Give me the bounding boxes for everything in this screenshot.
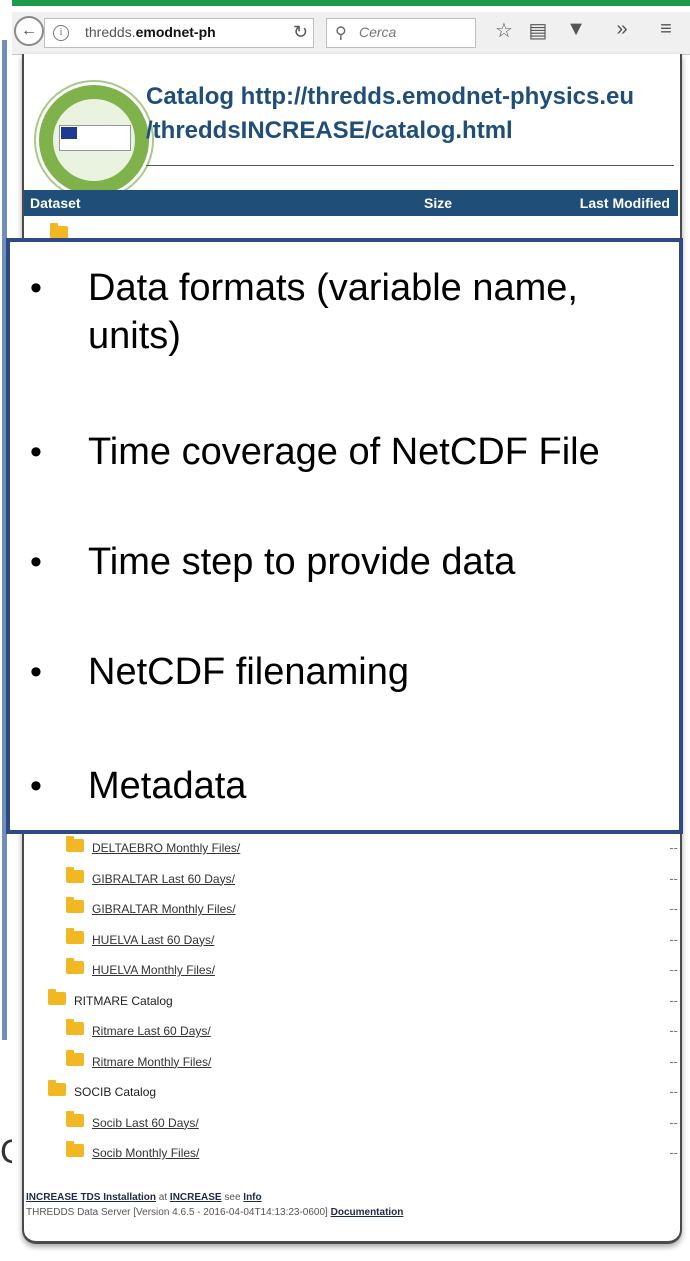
catalog-label: SOCIB Catalog [74, 1085, 157, 1099]
bullet-dot-icon: • [30, 767, 42, 805]
footer-text-at: at [158, 1192, 168, 1203]
url-text: thredds.emodnet-ph [85, 24, 216, 40]
size-value: -- [669, 901, 678, 916]
catalog-label: RITMARE Catalog [74, 993, 173, 1008]
search-input[interactable]: ⚲ Cerca [326, 18, 476, 48]
size-value: -- [669, 1114, 678, 1130]
dataset-link[interactable]: DELTAEBRO Monthly Files/ [92, 841, 240, 855]
increase-link[interactable]: INCREASE [170, 1192, 222, 1203]
bullet-text: NetCDF filenaming [88, 651, 409, 693]
documentation-link[interactable]: Documentation [331, 1207, 404, 1218]
browser-toolbar: ← i thredds.emodnet-ph ↻ ⚲ Cerca ☆ ▤ ▼ »… [12, 12, 690, 55]
table-row[interactable]: Socib Monthly Files/ -- [24, 1141, 678, 1169]
folder-icon [66, 836, 84, 852]
table-row[interactable]: HUELVA Monthly Files/ -- [24, 958, 678, 986]
bullet-text: Data formats (variable name, units) [88, 267, 578, 357]
folder-icon [66, 1141, 84, 1157]
title-line-1: Catalog http://thredds.emodnet-physics.e… [146, 83, 635, 110]
dataset-link[interactable]: Socib Last 60 Days/ [92, 1116, 199, 1130]
table-row[interactable]: Ritmare Last 60 Days/ -- [24, 1019, 678, 1047]
folder-icon [66, 927, 84, 944]
size-value: -- [669, 1053, 678, 1069]
info-link[interactable]: Info [243, 1192, 261, 1203]
column-size: Size [424, 195, 453, 211]
bullet-dot-icon: • [30, 543, 42, 581]
folder-icon [48, 988, 66, 1005]
search-icon: ⚲ [335, 25, 347, 42]
table-row[interactable]: HUELVA Last 60 Days/ -- [24, 927, 678, 956]
page-footer: INCREASE TDS Installation at INCREASE se… [26, 1190, 676, 1220]
page-title: Catalog http://thredds.emodnet-physics.e… [146, 80, 676, 148]
dataset-link[interactable]: GIBRALTAR Monthly Files/ [92, 902, 236, 916]
server-version: THREDDS Data Server [Version 4.6.5 - 201… [26, 1207, 328, 1218]
size-value: -- [669, 1084, 678, 1099]
title-line-2: /threddsINCREASE/catalog.html [146, 117, 513, 144]
bullet-dot-icon: • [30, 433, 42, 471]
increase-logo [36, 82, 152, 198]
bullet-dot-icon: • [30, 653, 42, 691]
size-value: -- [669, 870, 678, 886]
star-icon[interactable]: ☆ [490, 18, 518, 43]
back-arrow-icon[interactable]: ← [14, 16, 44, 46]
title-divider [146, 165, 674, 166]
table-header: Dataset Size Last Modified [24, 190, 678, 216]
pocket-icon[interactable]: ▼ [562, 18, 590, 41]
table-row[interactable]: DELTAEBRO Monthly Files/ -- [24, 836, 678, 864]
installation-link[interactable]: INCREASE TDS Installation [26, 1192, 156, 1203]
size-value: -- [669, 1145, 678, 1160]
folder-icon [66, 1019, 84, 1035]
size-value: -- [669, 840, 678, 855]
dataset-link[interactable]: Ritmare Monthly Files/ [92, 1055, 211, 1069]
footer-text-see: see [224, 1192, 241, 1203]
bullet-text: Metadata [88, 765, 247, 807]
bullet-text: Time step to provide data [88, 541, 516, 583]
size-value: -- [669, 1023, 678, 1038]
size-value: -- [669, 962, 678, 977]
folder-icon [66, 958, 84, 974]
dataset-link[interactable]: Ritmare Last 60 Days/ [92, 1024, 211, 1038]
bullet-dot-icon: • [30, 269, 42, 307]
url-bar[interactable]: i thredds.emodnet-ph ↻ [44, 18, 314, 48]
size-value: -- [669, 931, 678, 947]
reload-icon[interactable]: ↻ [293, 22, 308, 43]
folder-icon [48, 1080, 66, 1096]
dataset-link[interactable]: GIBRALTAR Last 60 Days/ [92, 872, 235, 886]
search-placeholder: Cerca [359, 24, 397, 40]
column-dataset: Dataset [30, 195, 81, 211]
folder-icon [66, 1049, 84, 1066]
table-row[interactable]: RITMARE Catalog -- [24, 988, 678, 1017]
size-value: -- [669, 992, 678, 1008]
table-row[interactable]: GIBRALTAR Monthly Files/ -- [24, 897, 678, 925]
top-green-band [0, 0, 690, 6]
clipboard-icon[interactable]: ▤ [524, 18, 552, 43]
folder-icon [66, 897, 84, 913]
callout-box: • Data formats (variable name, units) • Tim… [6, 238, 683, 834]
dataset-link[interactable]: HUELVA Last 60 Days/ [92, 933, 214, 947]
bullet-text: Time coverage of NetCDF File [88, 431, 600, 473]
table-row[interactable]: GIBRALTAR Last 60 Days/ -- [24, 866, 678, 895]
table-row[interactable]: Socib Last 60 Days/ -- [24, 1110, 678, 1139]
table-row[interactable]: Ritmare Monthly Files/ -- [24, 1049, 678, 1078]
folder-icon [66, 866, 84, 883]
slide-partial-glyph: G [0, 1132, 12, 1172]
folder-icon [66, 1110, 84, 1127]
info-icon[interactable]: i [53, 25, 69, 41]
column-last-modified: Last Modified [579, 195, 670, 211]
dataset-link[interactable]: HUELVA Monthly Files/ [92, 963, 215, 977]
table-row[interactable]: SOCIB Catalog -- [24, 1080, 678, 1108]
dataset-link[interactable]: Socib Monthly Files/ [92, 1146, 199, 1160]
chevrons-right-icon[interactable]: » [608, 18, 636, 41]
hamburger-menu-icon[interactable]: ≡ [652, 18, 680, 41]
